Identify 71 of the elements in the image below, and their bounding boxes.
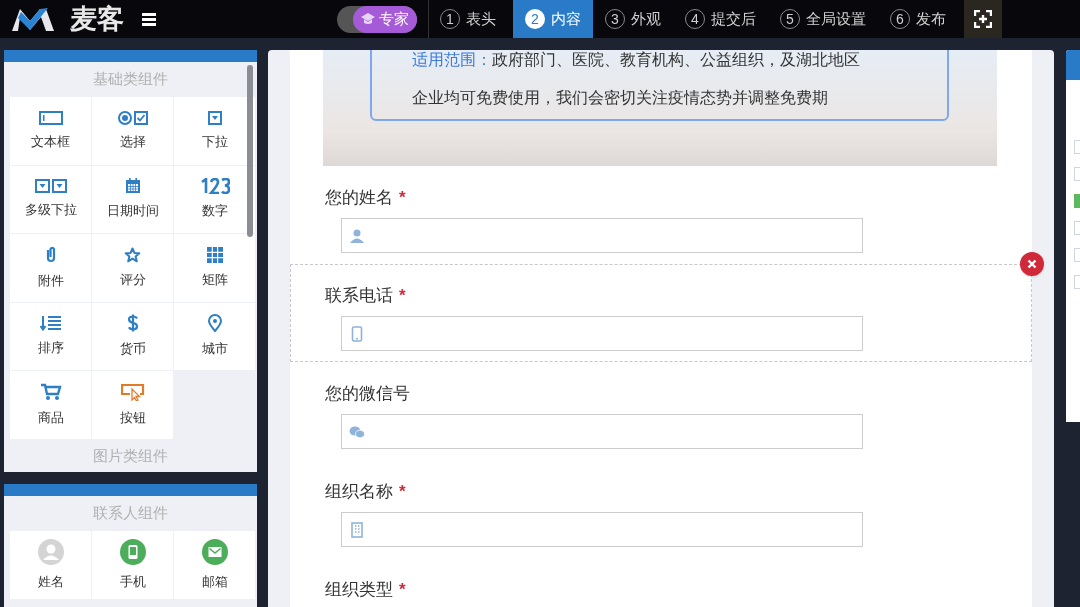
shopping-cart-icon [39,382,62,401]
component-tile[interactable]: 按钮 [92,371,173,439]
remove-field-button[interactable] [1020,252,1044,276]
input-field[interactable] [341,414,863,449]
step-tab[interactable]: 5 全局设置 [768,0,878,38]
component-tile[interactable]: 多级下拉 [10,165,91,233]
component-tile[interactable]: 附件 [10,234,91,302]
input-field[interactable] [341,218,863,253]
component-tile[interactable]: 评分 [92,234,173,302]
field-label: 联系电话 [325,285,393,308]
form-field[interactable]: 组织名称 * [290,460,1032,558]
envelope-icon [201,538,228,565]
grid-icon [206,246,223,263]
component-tile[interactable]: 排序 [10,302,91,370]
input-field[interactable] [341,512,863,547]
component-tile[interactable]: 城市 [174,302,255,370]
dollar-icon [126,314,139,332]
component-tile[interactable]: 姓名 [10,531,91,599]
component-tile[interactable]: 商品 [10,371,91,439]
field-label: 组织类型 [325,579,393,602]
component-tile[interactable]: 文本框 [10,97,91,165]
input-field[interactable] [341,316,863,351]
building-icon [349,521,365,538]
component-tile[interactable]: 日期时间 [92,165,173,233]
step-tab[interactable]: 4 提交后 [673,0,768,38]
field-label: 组织名称 [325,481,393,504]
mobile-phone-icon [349,325,365,342]
double-dropdown-icon [34,179,67,193]
mobile-phone-icon [119,538,146,565]
plus-frame-icon [974,10,992,28]
component-tile[interactable]: 邮箱 [174,531,255,599]
form-field[interactable]: 您的微信号 [290,362,1032,460]
text-box-icon [38,110,63,125]
component-tile[interactable]: 数字 [174,165,255,233]
number-icon [199,178,230,194]
step-tab[interactable]: 3 外观 [593,0,673,38]
radio-checkbox-icon [117,110,148,125]
banner-text: 适用范围：政府部门、医院、教育机构、公益组织，及湖北地区 [412,50,861,70]
required-mark: * [399,481,406,504]
field-label: 您的微信号 [325,383,410,406]
calendar-icon [124,178,141,194]
step-tab[interactable]: 1 表头 [429,0,513,38]
add-block-button[interactable] [964,0,1002,38]
brand-name: 麦客 [70,5,124,33]
location-pin-icon [207,314,222,332]
expert-mode-toggle[interactable]: 专家 [337,5,417,33]
form-field[interactable]: 组织类型 * [290,558,1032,607]
required-mark: * [399,285,406,308]
scrollbar[interactable] [247,65,253,237]
required-mark: * [399,187,406,210]
component-tile[interactable]: 选择 [92,97,173,165]
dropdown-icon [207,110,222,125]
step-tab[interactable]: 2 内容 [513,0,593,38]
sort-list-icon [39,315,62,331]
close-icon [1027,259,1037,269]
component-tile[interactable]: 货币 [92,302,173,370]
person-avatar-icon [37,538,64,565]
component-tile[interactable]: 手机 [92,531,173,599]
component-tile[interactable]: 下拉 [174,97,255,165]
cursor-on-button-icon [120,382,145,401]
form-field[interactable]: 联系电话 * [290,264,1032,362]
form-field[interactable]: 您的姓名 * [290,166,1032,264]
field-label: 您的姓名 [325,187,393,210]
component-tile[interactable]: 矩阵 [174,234,255,302]
step-tab[interactable]: 6 发布 [878,0,958,38]
required-mark: * [399,579,406,602]
graduation-cap-icon [361,13,375,25]
star-icon [124,246,141,263]
banner-text: 企业均可免费使用，我们会密切关注疫情态势并调整免费期 [412,88,829,108]
person-icon [349,227,365,244]
menu-icon [142,12,156,26]
